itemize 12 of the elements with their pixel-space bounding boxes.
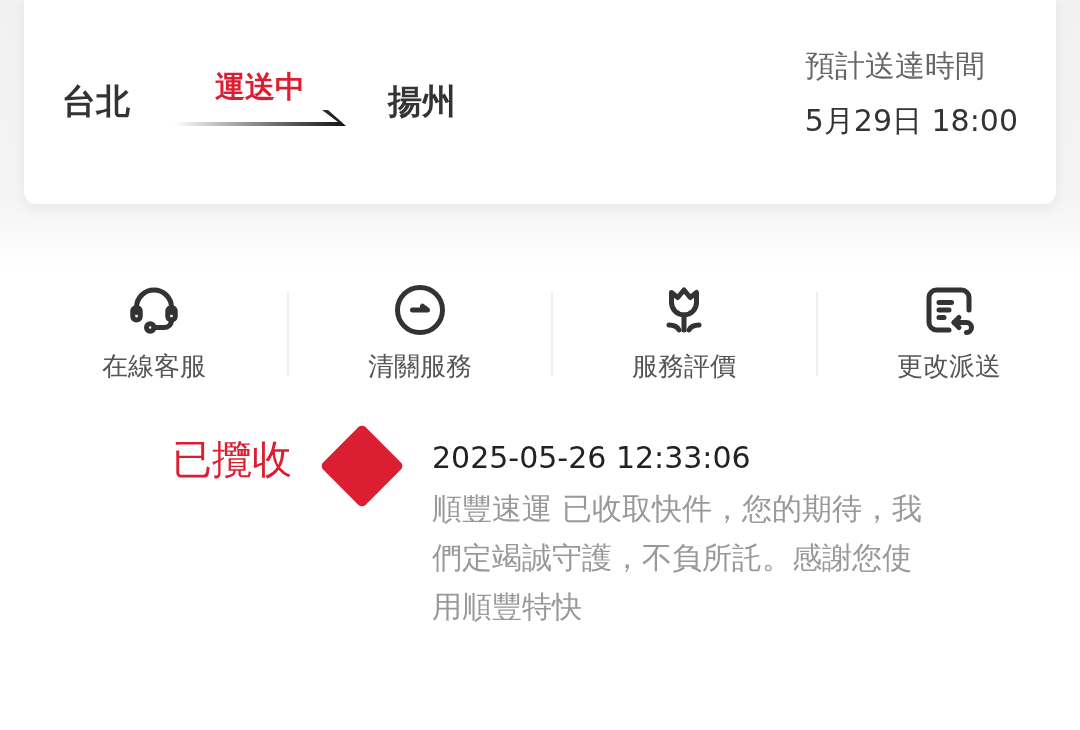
service-button[interactable]: 服務評價 — [632, 280, 737, 382]
service-button[interactable]: 在線客服 — [102, 280, 207, 382]
eta-value: 5月29日 18:00 — [804, 102, 1018, 140]
eta-label: 預計送達時間 — [804, 47, 986, 85]
service-button[interactable]: 清關服務 — [367, 280, 472, 382]
shipment-status: 運送中 — [215, 67, 305, 106]
event-detail: 順豐速運 已收取快件，您的期待，我們定竭誠守護，不負所託。感謝您使用順豐特快 — [432, 490, 922, 626]
event-time: 2025-05-26 12:33:06 — [432, 439, 752, 477]
event-status: 已攬收 — [172, 435, 292, 484]
service-button[interactable]: 更改派送 — [896, 280, 1001, 382]
origin-city: 台北 — [62, 80, 130, 123]
destination-city: 揚州 — [388, 80, 456, 123]
